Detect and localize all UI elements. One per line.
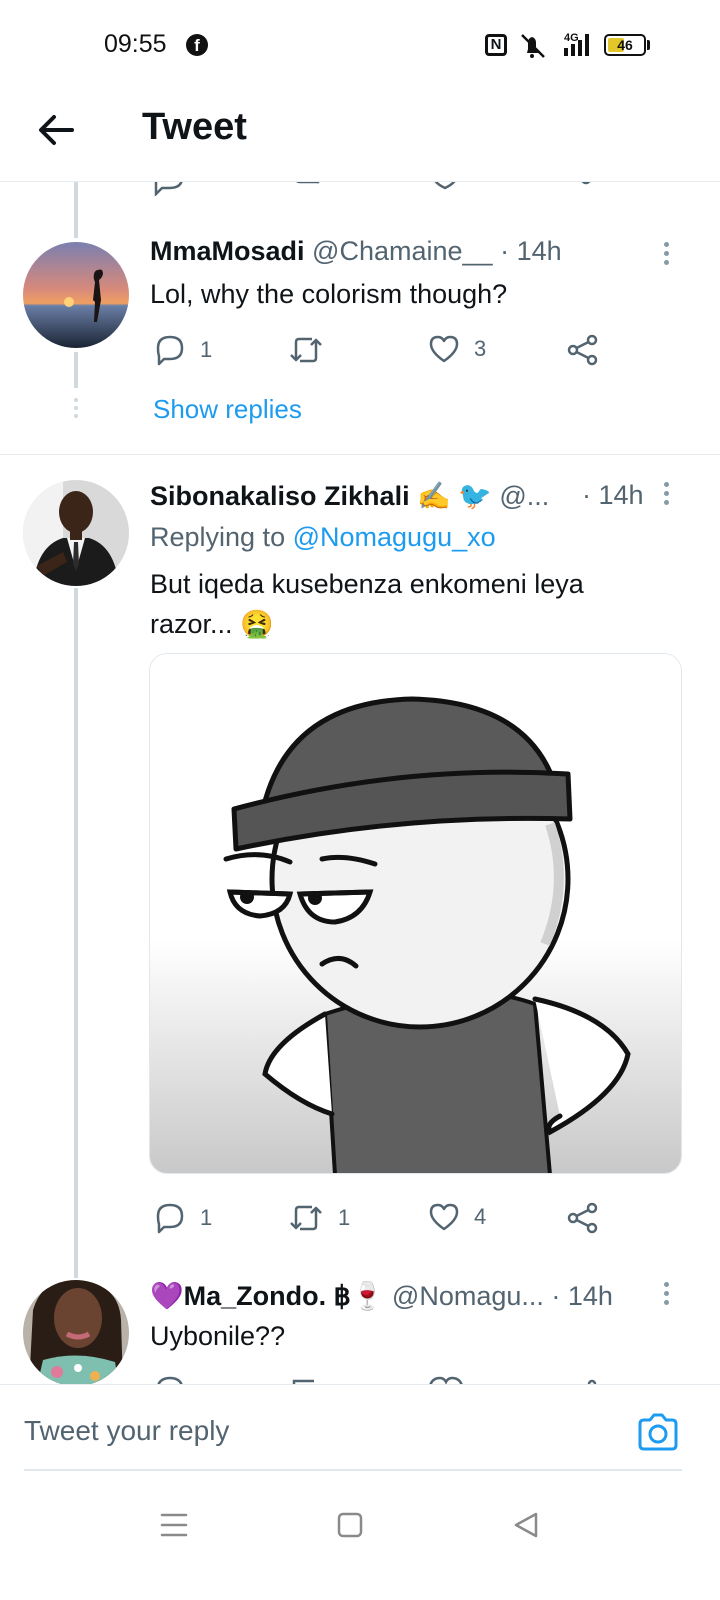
handle[interactable]: @Chamaine__ [312, 236, 493, 266]
display-name[interactable]: Sibonakaliso Zikhali ✍ 🐦 [150, 481, 492, 511]
share-icon [567, 1202, 598, 1234]
replying-to: Replying to @Nomagugu_xo [150, 522, 496, 553]
retweet-button[interactable]: 1 [288, 1202, 350, 1234]
display-name[interactable]: 💜Ma_Zondo. ฿🍷 [150, 1281, 384, 1311]
heart-icon [429, 335, 459, 363]
cartoon-image [150, 654, 681, 1173]
nfc-icon: N [485, 34, 507, 56]
top-app-bar: Tweet [0, 90, 720, 182]
reply-count: 1 [200, 1205, 213, 1230]
arrow-left-icon[interactable] [36, 110, 76, 150]
mute-icon [521, 34, 545, 58]
avatar[interactable] [23, 242, 129, 348]
tweet-text: But iqeda kusebenza enkomeni leya razor.… [150, 569, 584, 639]
partial-action-row [154, 182, 591, 196]
retweet-icon [290, 337, 322, 363]
reply-input[interactable]: Tweet your reply [24, 1415, 229, 1447]
like-count: 4 [474, 1204, 487, 1229]
heart-icon [429, 1203, 459, 1231]
reply-input-underline [24, 1469, 682, 1471]
partial-action-row [157, 1376, 597, 1384]
facebook-icon: f [186, 34, 208, 56]
retweet-button[interactable] [288, 334, 338, 366]
reply-icon [156, 335, 184, 366]
battery-level: 46 [617, 37, 633, 53]
reply-icon [156, 1203, 184, 1234]
retweet-icon [290, 1205, 322, 1231]
timestamp: · 14h [551, 1281, 613, 1311]
display-name[interactable]: MmaMosadi [150, 236, 305, 266]
like-count: 3 [474, 336, 487, 361]
more-options-icon[interactable] [664, 1282, 669, 1309]
like-button[interactable]: 4 [428, 1202, 486, 1232]
system-nav-bar [0, 1480, 720, 1600]
signal-icon: 4G [564, 32, 589, 56]
timestamp: · 14h [582, 480, 644, 510]
tweet-text: Lol, why the colorism though? [150, 279, 508, 309]
retweet-count: 1 [338, 1205, 351, 1230]
thread-dots [74, 398, 78, 422]
tweet-feed[interactable]: MmaMosadi @Chamaine__ · 14h Lol, why the… [0, 182, 720, 1384]
handle[interactable]: @Nomagu... [392, 1281, 544, 1311]
share-icon [567, 334, 598, 366]
battery-tip [647, 40, 650, 50]
camera-icon[interactable] [636, 1412, 680, 1452]
tweet-header: MmaMosadi @Chamaine__ · 14h [150, 236, 562, 267]
thread-line [74, 352, 78, 388]
avatar[interactable] [23, 480, 129, 586]
page-title: Tweet [142, 106, 247, 148]
share-button[interactable] [566, 334, 600, 366]
tweet-header: 💜Ma_Zondo. ฿🍷 @Nomagu... · 14h [150, 1280, 613, 1312]
replying-to-label: Replying to [150, 522, 286, 552]
more-options-icon[interactable] [664, 482, 669, 509]
timestamp: · 14h [500, 236, 562, 266]
menu-icon[interactable] [160, 1510, 188, 1540]
status-bar: 09:55 f N 4G 46 [0, 0, 720, 90]
home-square-icon[interactable] [337, 1510, 363, 1540]
avatar[interactable] [23, 1280, 129, 1384]
reply-composer[interactable]: Tweet your reply [0, 1384, 720, 1476]
reply-button[interactable]: 1 [154, 334, 212, 366]
reply-count: 1 [200, 337, 213, 362]
status-time: 09:55 [104, 30, 167, 58]
mention-link[interactable]: @Nomagugu_xo [293, 522, 496, 552]
thread-line [74, 588, 78, 1278]
handle[interactable]: @... [499, 481, 549, 511]
thread-line [74, 182, 78, 238]
like-button[interactable]: 3 [428, 334, 486, 364]
tweet-header: Sibonakaliso Zikhali ✍ 🐦 @... [150, 480, 549, 512]
share-button[interactable] [566, 1202, 600, 1234]
reply-button[interactable]: 1 [154, 1202, 212, 1234]
battery-icon: 46 [604, 34, 646, 56]
tweet-media-image[interactable] [149, 653, 682, 1174]
more-options-icon[interactable] [664, 242, 669, 269]
network-label: 4G [564, 32, 579, 44]
divider [0, 454, 720, 455]
back-triangle-icon[interactable] [512, 1510, 540, 1540]
tweet-text: Uybonile?? [150, 1321, 286, 1351]
show-replies-link[interactable]: Show replies [153, 394, 302, 425]
